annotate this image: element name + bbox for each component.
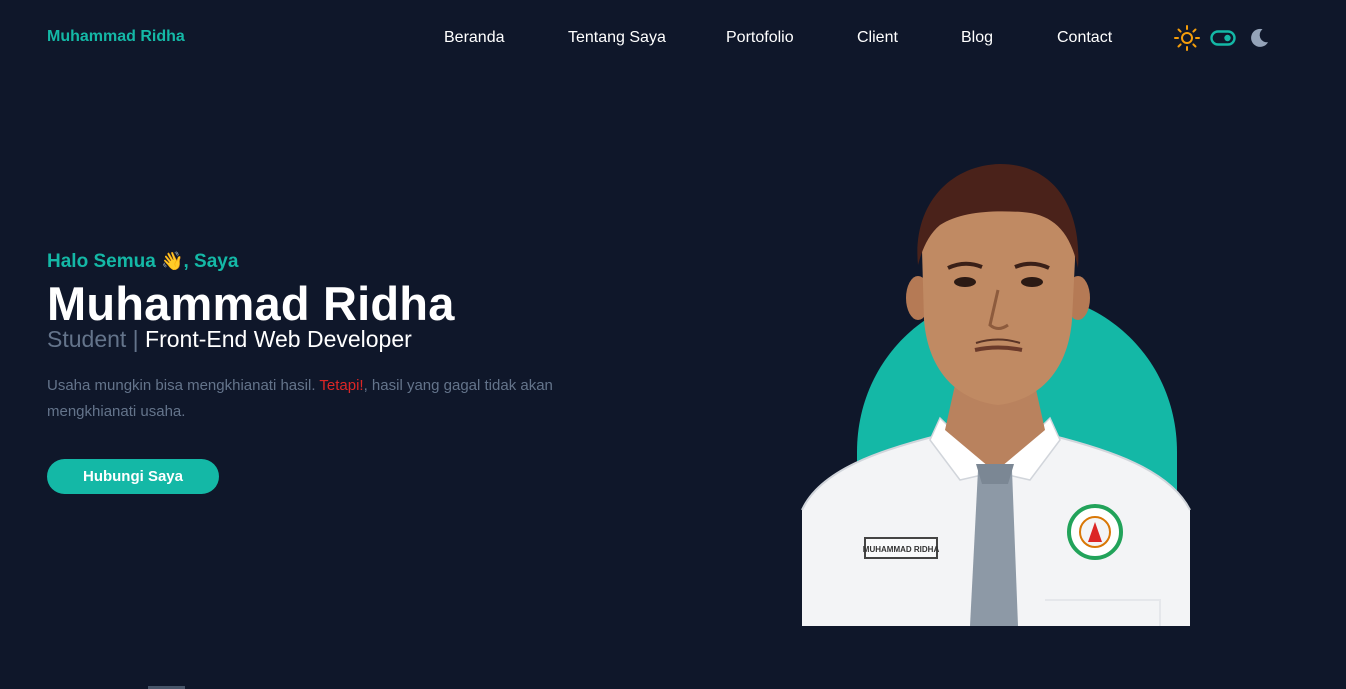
nav-item-contact[interactable]: Contact	[1057, 29, 1112, 47]
waving-hand-icon: 👋	[161, 251, 184, 271]
profile-photo: MUHAMMAD RIDHA	[801, 164, 1191, 626]
theme-toggle-group	[1173, 24, 1273, 52]
greeting-suffix: , Saya	[183, 251, 239, 272]
nav-item-blog[interactable]: Blog	[961, 29, 993, 47]
contact-me-button[interactable]: Hubungi Saya	[47, 459, 219, 494]
toggle-switch-icon[interactable]	[1210, 28, 1236, 48]
nav-item-portofolio[interactable]: Portofolio	[726, 29, 794, 47]
role-title: Front-End Web Developer	[145, 326, 412, 352]
name-tag-text: MUHAMMAD RIDHA	[863, 545, 940, 554]
hero-description: Usaha mungkin bisa mengkhianati hasil. T…	[47, 373, 607, 425]
greeting-text: Halo Semua	[47, 251, 162, 272]
nav-item-client[interactable]: Client	[857, 29, 898, 47]
hero-name: Muhammad Ridha	[47, 277, 455, 330]
role-student: Student |	[47, 326, 146, 352]
moon-icon[interactable]	[1247, 26, 1271, 50]
nav-item-beranda[interactable]: Beranda	[444, 29, 505, 47]
hero-greeting: Halo Semua 👋, Saya	[47, 251, 238, 273]
desc-text: Usaha mungkin bisa mengkhianati hasil.	[47, 377, 320, 394]
desc-highlight: Tetapi!	[319, 377, 364, 394]
hero-role: Student | Front-End Web Developer	[47, 326, 412, 353]
sun-icon[interactable]	[1173, 24, 1201, 52]
page: Muhammad Ridha Beranda Tentang Saya Port…	[0, 0, 1346, 689]
site-header: Muhammad Ridha Beranda Tentang Saya Port…	[0, 0, 1346, 76]
nav-item-tentang-saya[interactable]: Tentang Saya	[568, 29, 666, 47]
main-nav: Beranda Tentang Saya Portofolio Client B…	[0, 29, 1346, 49]
